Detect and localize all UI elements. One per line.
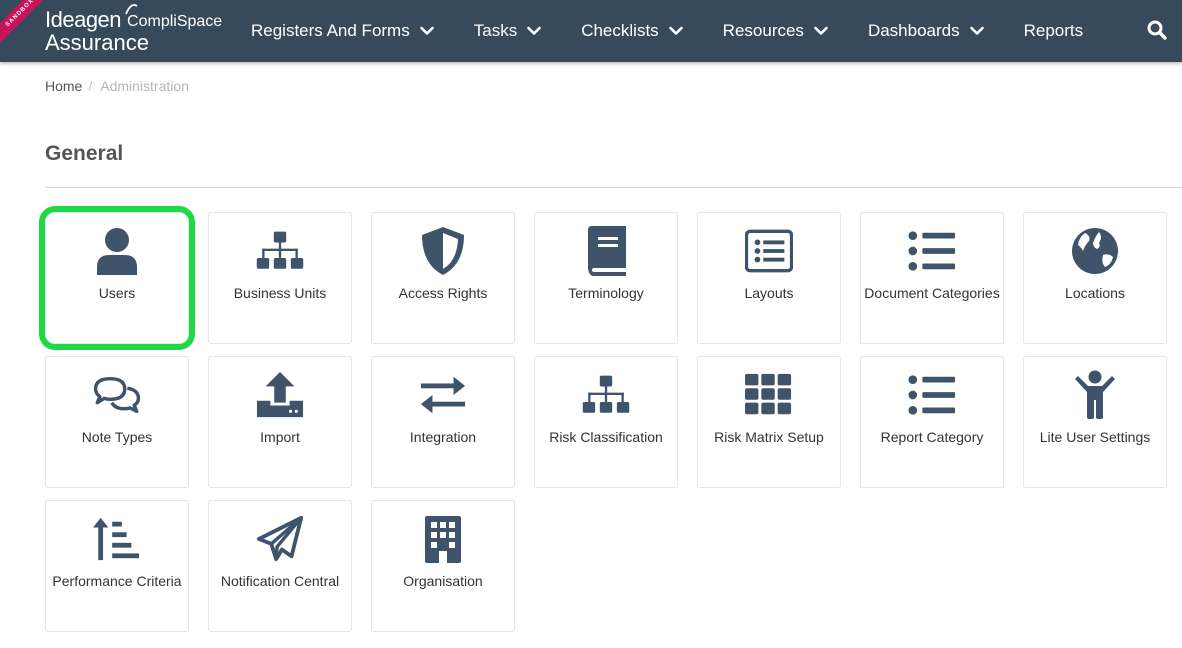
tile-label: Users	[98, 285, 136, 301]
tile-label: Organisation	[403, 573, 483, 589]
child-icon	[1075, 370, 1115, 419]
chevron-down-icon	[969, 26, 984, 35]
tile-label: Performance Criteria	[52, 573, 182, 589]
list-alt-icon	[745, 229, 793, 273]
tile-label: Import	[260, 429, 300, 445]
tile-access-rights[interactable]: Access Rights	[371, 212, 515, 344]
tile-locations[interactable]: Locations	[1023, 212, 1167, 344]
nav-label: Registers And Forms	[251, 21, 410, 40]
chevron-down-icon	[814, 26, 828, 35]
building-icon	[425, 516, 461, 563]
nav-label: Tasks	[473, 21, 518, 40]
logo-product: CompliSpace	[127, 13, 223, 30]
tile-label: Layouts	[744, 285, 794, 301]
upload-icon	[256, 371, 304, 418]
nav-label: Reports	[1023, 21, 1084, 40]
tile-label: Risk Classification	[549, 429, 663, 445]
comments-icon	[93, 377, 141, 414]
tile-label: Notification Central	[220, 573, 340, 589]
grid-icon	[745, 373, 792, 415]
tile-organisation[interactable]: Organisation	[371, 500, 515, 632]
main-nav: Registers And Forms Tasks Checklists Res…	[251, 0, 1123, 62]
nav-resources[interactable]: Resources	[723, 21, 828, 41]
section-title: General	[45, 142, 124, 165]
tile-risk-classification[interactable]: Risk Classification	[534, 356, 678, 488]
tile-report-category[interactable]: Report Category	[860, 356, 1004, 488]
tile-risk-matrix-setup[interactable]: Risk Matrix Setup	[697, 356, 841, 488]
tile-label: Risk Matrix Setup	[714, 429, 824, 445]
tile-business-units[interactable]: Business Units	[208, 212, 352, 344]
sort-amount-up-icon	[93, 517, 140, 561]
chevron-down-icon	[668, 26, 683, 35]
user-icon	[97, 228, 137, 275]
tile-label: Note Types	[81, 429, 153, 445]
nav-tasks[interactable]: Tasks	[473, 21, 542, 41]
breadcrumb-home[interactable]: Home	[45, 78, 82, 94]
top-navbar: SANDBOX Ideagen CompliSpace Assurance Re…	[0, 0, 1182, 62]
tile-label: Document Categories	[864, 285, 1000, 301]
globe-icon	[1072, 228, 1118, 274]
tile-users[interactable]: Users	[45, 212, 189, 344]
tile-note-types[interactable]: Note Types	[45, 356, 189, 488]
book-icon	[588, 226, 626, 276]
paper-plane-icon	[256, 515, 304, 562]
tile-label: Access Rights	[398, 285, 488, 301]
logo-swoosh-icon	[125, 4, 138, 15]
nav-checklists[interactable]: Checklists	[581, 21, 683, 41]
tile-integration[interactable]: Integration	[371, 356, 515, 488]
search-icon[interactable]	[1146, 19, 1168, 41]
tile-lite-user-settings[interactable]: Lite User Settings	[1023, 356, 1167, 488]
tile-label: Locations	[1065, 285, 1125, 301]
chevron-down-icon	[419, 26, 434, 35]
tile-label: Business Units	[233, 285, 327, 301]
tile-label: Report Category	[880, 429, 984, 445]
breadcrumb: Home / Administration	[45, 78, 189, 94]
nav-reports[interactable]: Reports	[1024, 21, 1084, 41]
tile-import[interactable]: Import	[208, 356, 352, 488]
sitemap-icon	[256, 231, 304, 269]
nav-label: Dashboards	[867, 21, 960, 40]
nav-dashboards[interactable]: Dashboards	[868, 21, 984, 41]
tile-layouts[interactable]: Layouts	[697, 212, 841, 344]
logo-subtitle: Assurance	[45, 30, 149, 55]
tile-terminology[interactable]: Terminology	[534, 212, 678, 344]
nav-registers-and-forms[interactable]: Registers And Forms	[251, 21, 434, 41]
list-icon	[908, 375, 956, 415]
tile-label: Lite User Settings	[1039, 429, 1151, 445]
list-icon	[908, 231, 956, 271]
tile-label: Integration	[409, 429, 477, 445]
breadcrumb-current: Administration	[100, 78, 189, 94]
nav-label: Checklists	[581, 21, 659, 40]
tile-notification-central[interactable]: Notification Central	[208, 500, 352, 632]
tile-performance-criteria[interactable]: Performance Criteria	[45, 500, 189, 632]
app-logo[interactable]: Ideagen CompliSpace Assurance	[45, 4, 222, 54]
breadcrumb-separator: /	[88, 78, 93, 94]
sitemap-icon	[582, 375, 630, 413]
logo-brand: Ideagen	[45, 7, 122, 32]
tile-label: Terminology	[568, 285, 644, 301]
tile-document-categories[interactable]: Document Categories	[860, 212, 1004, 344]
chevron-down-icon	[527, 26, 542, 35]
exchange-icon	[420, 376, 466, 414]
shield-icon	[422, 227, 464, 275]
section-divider	[45, 187, 1182, 188]
nav-label: Resources	[722, 21, 804, 40]
